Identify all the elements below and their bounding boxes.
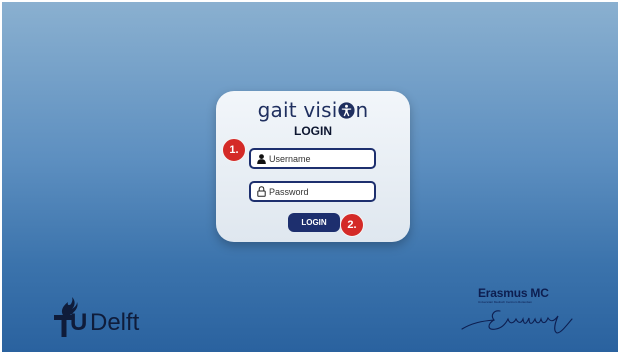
- login-card: gait visi n LOGIN Username LOGIN: [216, 91, 410, 242]
- accessibility-icon: [338, 102, 355, 119]
- login-button[interactable]: LOGIN: [288, 213, 340, 232]
- username-field[interactable]: [249, 148, 376, 169]
- login-screen: gait visi n LOGIN Username LOGIN 1. 2. U…: [2, 2, 618, 352]
- step-marker-2: 2.: [340, 213, 364, 237]
- erasmus-mc-name: Erasmus MC: [478, 286, 549, 300]
- brand-text-suffix: n: [355, 98, 369, 122]
- step-marker-1: 1.: [222, 138, 246, 162]
- erasmus-mc-logo: Erasmus MC Universitair Medisch Centrum …: [460, 285, 590, 341]
- user-icon: [256, 153, 266, 164]
- username-input[interactable]: [269, 153, 369, 164]
- gait-vision-logo: gait visi n: [216, 99, 410, 121]
- tudelft-logo: U Delft: [54, 291, 174, 341]
- brand-text-prefix: gait visi: [257, 98, 338, 122]
- login-heading: LOGIN: [294, 124, 332, 138]
- password-input[interactable]: [269, 186, 369, 197]
- password-field[interactable]: [249, 181, 376, 202]
- erasmus-signature-icon: [461, 310, 573, 334]
- tudelft-u: U: [70, 309, 88, 336]
- lock-icon: [256, 186, 266, 197]
- tudelft-wordmark: Delft: [90, 309, 140, 336]
